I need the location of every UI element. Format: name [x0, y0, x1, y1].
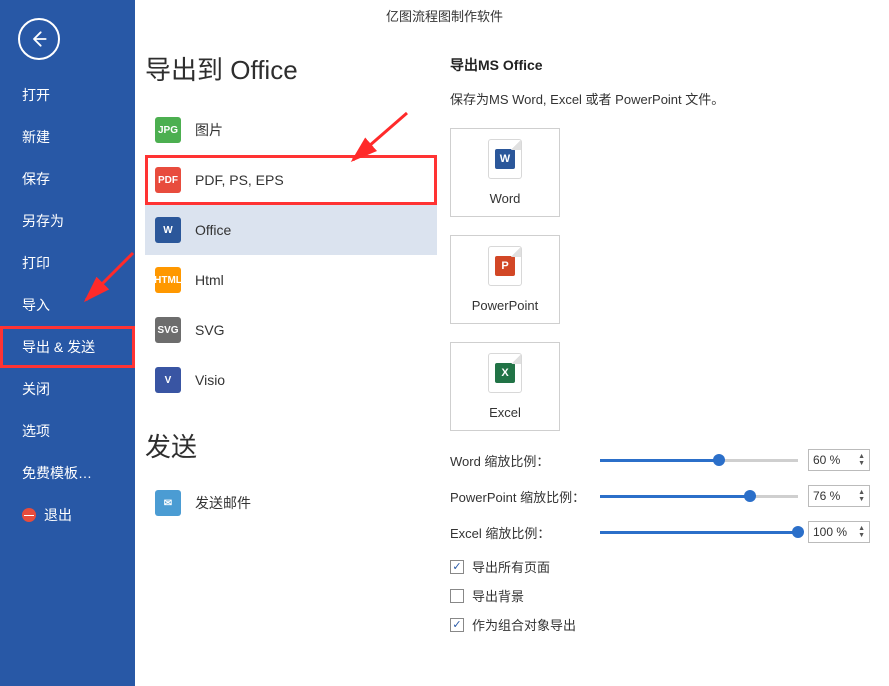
sidebar-item-label: 免费模板… [22, 465, 92, 481]
sidebar-item[interactable]: 另存为 [0, 200, 135, 242]
format-card-excel[interactable]: X Excel [450, 342, 560, 431]
detail-title: 导出MS Office [450, 55, 870, 75]
slider-label: Word 缩放比例： [450, 451, 590, 470]
file-icon: X [488, 353, 522, 393]
slider-label: Excel 缩放比例： [450, 523, 590, 542]
office-icon: W [155, 217, 181, 243]
export-item[interactable]: PDF PDF, PS, EPS [145, 155, 437, 205]
detail-panel: 导出MS Office 保存为MS Word, Excel 或者 PowerPo… [450, 55, 870, 644]
visio-icon: V [155, 367, 181, 393]
exit-icon: — [22, 508, 36, 522]
checkbox[interactable]: ✓ [450, 618, 464, 632]
export-item[interactable]: V Visio [145, 355, 437, 405]
file-icon: P [488, 246, 522, 286]
pdf-icon: PDF [155, 167, 181, 193]
export-item-label: 图片 [195, 120, 223, 140]
checkbox[interactable] [450, 589, 464, 603]
spinbox-value: 60 % [813, 453, 840, 467]
mail-icon: ✉ [155, 490, 181, 516]
spinbox-value: 76 % [813, 489, 840, 503]
slider-thumb[interactable] [792, 526, 804, 538]
zoom-slider-row: PowerPoint 缩放比例： 76 % ▲▼ [450, 485, 870, 507]
export-title: 导出到 Office [145, 50, 437, 87]
checkbox-row[interactable]: ✓ 导出所有页面 [450, 557, 870, 576]
zoom-spinbox[interactable]: 76 % ▲▼ [808, 485, 870, 507]
sidebar-item[interactable]: 关闭 [0, 368, 135, 410]
word-badge-icon: W [495, 149, 515, 169]
export-item-label: PDF, PS, EPS [195, 172, 284, 188]
sidebar-item[interactable]: 导入 [0, 284, 135, 326]
export-item-label: Office [195, 222, 231, 238]
export-item-label: Html [195, 272, 224, 288]
checkbox[interactable]: ✓ [450, 560, 464, 574]
export-item[interactable]: JPG 图片 [145, 105, 437, 155]
export-item-label: Visio [195, 372, 225, 388]
sidebar: 打开新建保存另存为打印导入导出 & 发送关闭选项免费模板… — 退出 [0, 0, 135, 686]
export-item[interactable]: HTML Html [145, 255, 437, 305]
zoom-spinbox[interactable]: 60 % ▲▼ [808, 449, 870, 471]
zoom-spinbox[interactable]: 100 % ▲▼ [808, 521, 870, 543]
sidebar-item-label: 保存 [22, 171, 50, 187]
sidebar-item-label: 选项 [22, 423, 50, 439]
html-icon: HTML [155, 267, 181, 293]
send-title: 发送 [145, 427, 437, 464]
spinbox-arrows[interactable]: ▲▼ [858, 489, 865, 503]
sidebar-item-label: 另存为 [22, 213, 64, 229]
sidebar-item-label: 打印 [22, 255, 50, 271]
format-card-word[interactable]: W Word [450, 128, 560, 217]
detail-description: 保存为MS Word, Excel 或者 PowerPoint 文件。 [450, 89, 870, 108]
checkbox-label: 导出所有页面 [472, 557, 550, 576]
spinbox-arrows[interactable]: ▲▼ [858, 453, 865, 467]
sidebar-item[interactable]: 导出 & 发送 [0, 326, 135, 368]
export-item-label: SVG [195, 322, 225, 338]
checkbox-label: 导出背景 [472, 586, 524, 605]
format-label: PowerPoint [472, 298, 538, 313]
sidebar-item[interactable]: — 退出 [0, 494, 135, 536]
slider-track[interactable] [600, 495, 798, 498]
excel-badge-icon: X [495, 363, 515, 383]
sidebar-item-label: 导入 [22, 297, 50, 313]
export-item[interactable]: SVG SVG [145, 305, 437, 355]
sidebar-item[interactable]: 新建 [0, 116, 135, 158]
back-button[interactable] [18, 18, 60, 60]
sidebar-item[interactable]: 保存 [0, 158, 135, 200]
sidebar-item-label: 打开 [22, 87, 50, 103]
file-icon: W [488, 139, 522, 179]
checkbox-label: 作为组合对象导出 [472, 615, 576, 634]
slider-label: PowerPoint 缩放比例： [450, 487, 590, 506]
export-item[interactable]: W Office [145, 205, 437, 255]
slider-thumb[interactable] [713, 454, 725, 466]
zoom-slider-row: Word 缩放比例： 60 % ▲▼ [450, 449, 870, 471]
slider-thumb[interactable] [744, 490, 756, 502]
format-label: Excel [489, 405, 521, 420]
export-item[interactable]: ✉ 发送邮件 [145, 478, 437, 528]
spinbox-value: 100 % [813, 525, 847, 539]
sidebar-item[interactable]: 免费模板… [0, 452, 135, 494]
spinbox-arrows[interactable]: ▲▼ [858, 525, 865, 539]
zoom-slider-row: Excel 缩放比例： 100 % ▲▼ [450, 521, 870, 543]
slider-track[interactable] [600, 459, 798, 462]
checkbox-row[interactable]: ✓ 作为组合对象导出 [450, 615, 870, 634]
sidebar-item-label: 关闭 [22, 381, 50, 397]
sidebar-item[interactable]: 打印 [0, 242, 135, 284]
format-label: Word [490, 191, 521, 206]
back-arrow-icon [29, 29, 49, 49]
sidebar-item-label: 退出 [44, 505, 72, 525]
sidebar-item[interactable]: 打开 [0, 74, 135, 116]
jpg-icon: JPG [155, 117, 181, 143]
format-card-powerpoint[interactable]: P PowerPoint [450, 235, 560, 324]
export-column: 导出到 Office JPG 图片 PDF PDF, PS, EPS W Office HT… [145, 50, 437, 528]
sidebar-item[interactable]: 选项 [0, 410, 135, 452]
export-item-label: 发送邮件 [195, 493, 251, 513]
sidebar-item-label: 导出 & 发送 [22, 339, 95, 355]
svg-icon: SVG [155, 317, 181, 343]
sidebar-item-label: 新建 [22, 129, 50, 145]
checkbox-row[interactable]: 导出背景 [450, 586, 870, 605]
ppt-badge-icon: P [495, 256, 515, 276]
slider-track[interactable] [600, 531, 798, 534]
